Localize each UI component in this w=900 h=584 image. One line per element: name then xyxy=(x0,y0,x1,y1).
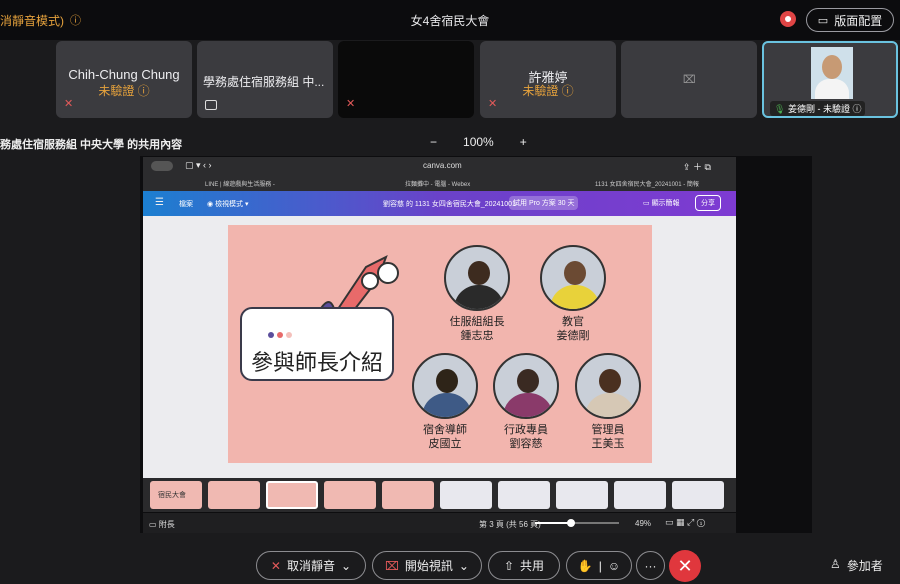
participant-tile[interactable]: ✕ xyxy=(338,41,474,118)
participant-tile[interactable]: Chih-Chung Chung 未驗證 ⓘ ✕ xyxy=(56,41,192,118)
canva-toolbar: ☰ 檔案 ◉ 檢視模式 ▾ 劉容慈 的 1131 女四舍宿民大會_2024100… xyxy=(143,191,736,216)
file-menu[interactable]: 檔案 xyxy=(179,199,193,209)
zoom-in-button[interactable]: + xyxy=(520,135,527,149)
slide-thumbnail[interactable]: 宿民大會 xyxy=(150,481,202,509)
browser-tab[interactable]: LINE | 線遊戲與生活服務 - xyxy=(205,179,275,188)
pro-trial-button[interactable]: 試用 Pro 方案 30 天 xyxy=(509,196,579,210)
slide-thumbnail[interactable] xyxy=(324,481,376,509)
video-off-icon: ⌧ xyxy=(683,74,696,86)
slide-thumbnail[interactable] xyxy=(614,481,666,509)
address-bar[interactable]: canva.com xyxy=(423,161,462,170)
emoji-icon: ☺ xyxy=(607,558,621,573)
participant-tile[interactable]: 學務處住宿服務組 中... xyxy=(197,41,333,118)
person-label: 宿舍導師 皮國立 xyxy=(423,424,467,450)
person-photo xyxy=(493,353,559,419)
tab-overview-icon[interactable]: ▢ ▾ ‹ › xyxy=(185,160,212,171)
unverified-label: 未驗證 xyxy=(98,84,135,98)
mic-off-icon: ✕ xyxy=(64,98,74,110)
recording-icon[interactable] xyxy=(780,11,796,27)
share-screen-icon: ⇧ xyxy=(503,558,515,573)
slide-thumbnail[interactable] xyxy=(382,481,434,509)
heading-card: 參與師長介紹 xyxy=(240,307,394,381)
person-photo xyxy=(575,353,641,419)
shared-content-label: 務處住宿服務組 中央大學 的共用內容 xyxy=(0,139,183,151)
unmute-button[interactable]: ✕ 取消靜音 ⌄ xyxy=(256,551,366,580)
present-button[interactable]: ▭ 顯示簡報 xyxy=(643,198,680,208)
raise-hand-icon: ✋ xyxy=(577,558,593,573)
zoom-slider[interactable] xyxy=(535,519,619,527)
person-label: 行政專員 劉容慈 xyxy=(504,424,548,450)
mic-off-icon: ✕ xyxy=(270,558,281,573)
participant-tile[interactable]: 許雅婷 未驗證 ⓘ ✕ xyxy=(480,41,616,118)
slide-heading: 參與師長介紹 xyxy=(250,350,383,375)
view-mode-menu[interactable]: ◉ 檢視模式 ▾ xyxy=(207,199,249,209)
speaker-name: 姜德剛 - 未驗證 xyxy=(787,104,850,114)
person-label: 管理員 王美玉 xyxy=(591,424,625,450)
slide-thumbnail-current[interactable] xyxy=(266,481,318,509)
unverified-label: 未驗證 xyxy=(522,84,559,98)
browser-tab-active[interactable]: 1131 女四舍宿民大會_20241001 - 簡報 xyxy=(595,179,699,188)
slide-thumbnail[interactable] xyxy=(672,481,724,509)
start-video-button[interactable]: ⌧ 開始視訊 ⌄ xyxy=(372,551,482,580)
active-speaker-tile[interactable]: 🎙 姜德剛 - 未驗證 ⓘ xyxy=(762,41,898,118)
share-icon[interactable]: ⇪ ＋ ⧉ xyxy=(683,160,711,173)
meeting-top-bar: 消靜音模式) ⓘ 女4舍宿民大會 ▭ 版面配置 xyxy=(0,0,900,40)
chevron-down-icon: ⌄ xyxy=(341,558,352,573)
browser-window: ▢ ▾ ‹ › canva.com ⇪ ＋ ⧉ LINE | 線遊戲與生活服務 … xyxy=(143,157,736,191)
sidebar-toggle[interactable] xyxy=(151,161,173,171)
share-screen-button[interactable]: ⇧ 共用 xyxy=(488,551,560,580)
person-photo xyxy=(444,245,510,311)
mic-off-icon: ✕ xyxy=(346,98,356,110)
person-label: 住服組組長 鍾志忠 xyxy=(449,316,505,342)
participants-button[interactable]: ♙ 參加者 xyxy=(830,557,883,574)
more-options-button[interactable]: ··· xyxy=(636,551,665,580)
menu-icon[interactable]: ☰ xyxy=(155,197,164,208)
screen-share-icon xyxy=(205,100,217,110)
share-button[interactable]: 分享 xyxy=(695,195,721,211)
slide-thumbnail[interactable] xyxy=(556,481,608,509)
zoom-slider-handle[interactable] xyxy=(567,519,575,527)
zoom-percent: 49% xyxy=(635,519,652,528)
slide-thumbnail[interactable] xyxy=(498,481,550,509)
mic-off-icon: ✕ xyxy=(488,98,498,110)
meeting-title: 女4舍宿民大會 xyxy=(410,14,490,28)
page-indicator: 第 3 頁 (共 56 頁) xyxy=(479,520,541,529)
document-title: 劉容慈 的 1131 女四舍宿民大會_20241001 xyxy=(383,201,516,208)
leave-meeting-button[interactable]: ✕ xyxy=(669,550,701,582)
person-icon: ♙ xyxy=(830,557,841,571)
notes-button[interactable]: ▭ 附長 xyxy=(149,519,175,530)
slide-thumbnails: 宿民大會 xyxy=(143,478,736,512)
view-icons[interactable]: ▭ ▦ ⤢ ⓘ xyxy=(665,517,705,528)
person-photo xyxy=(540,245,606,311)
chevron-down-icon: ⌄ xyxy=(458,558,469,573)
layout-button[interactable]: ▭ 版面配置 xyxy=(806,8,894,32)
participant-tile[interactable]: ⌧ xyxy=(621,41,757,118)
slide-thumbnail[interactable] xyxy=(440,481,492,509)
share-header: 務處住宿服務組 中央大學 的共用內容 − 100% + xyxy=(0,130,900,154)
reactions-button[interactable]: ✋ | ☺ xyxy=(566,551,632,580)
canva-status-bar: ▭ 附長 第 3 頁 (共 56 頁) 49% ▭ ▦ ⤢ ⓘ xyxy=(143,513,736,533)
participant-video xyxy=(811,47,853,99)
zoom-out-button[interactable]: − xyxy=(430,135,437,149)
layout-icon: ▭ xyxy=(817,14,829,27)
slide-thumbnail[interactable] xyxy=(208,481,260,509)
more-icon: ··· xyxy=(644,558,657,573)
browser-tab[interactable]: 拉麵攤中 - 電腦 - Webex xyxy=(405,179,470,188)
close-icon: ✕ xyxy=(677,556,693,576)
zoom-level: 100% xyxy=(463,135,494,149)
mic-on-icon: 🎙 xyxy=(774,104,786,114)
video-off-icon: ⌧ xyxy=(385,558,399,573)
person-photo xyxy=(412,353,478,419)
slide: 參與師長介紹 住服組組長 鍾志忠 教官 姜德剛 宿舍導師 皮國立 行政專員 劉容慈 管理… xyxy=(228,225,652,463)
person-label: 教官 姜德剛 xyxy=(556,316,590,342)
